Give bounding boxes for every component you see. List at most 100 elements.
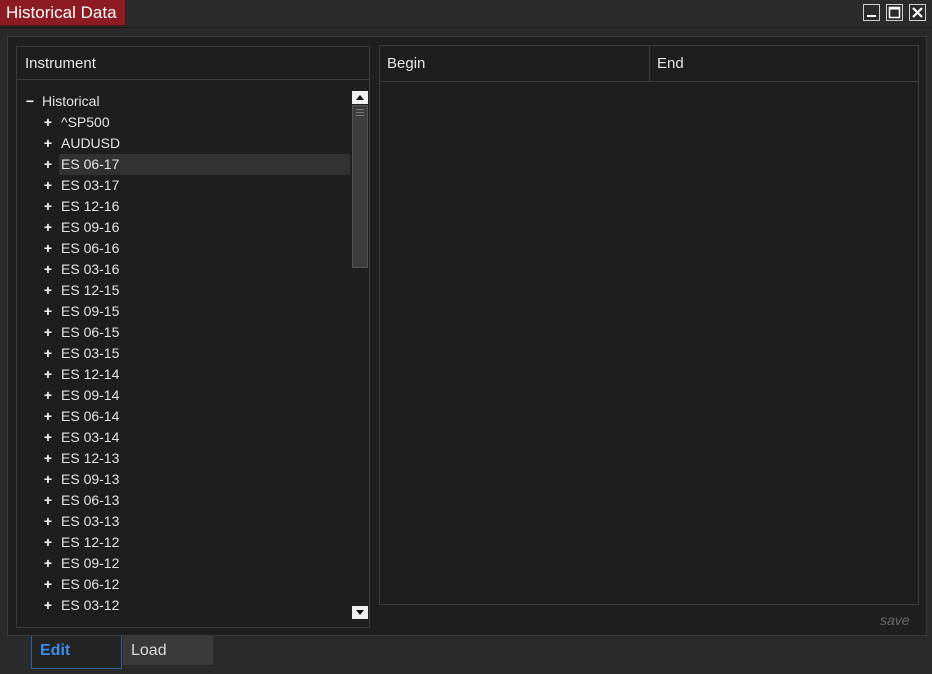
tree-node-label: ES 06-13 (61, 492, 120, 508)
expand-icon[interactable]: + (41, 154, 55, 175)
tree-node-label: ES 03-13 (61, 513, 120, 529)
tree-node-instrument[interactable]: + ES 12-15 (17, 280, 351, 301)
tree-node-instrument[interactable]: + ES 03-12 (17, 595, 351, 616)
tree-node-instrument[interactable]: + ^SP500 (17, 112, 351, 133)
tree-node-label: ES 12-12 (61, 534, 120, 550)
expand-icon[interactable]: + (41, 196, 55, 217)
expand-icon[interactable]: + (41, 448, 55, 469)
expand-icon[interactable]: + (41, 406, 55, 427)
tree-node-instrument[interactable]: + ES 06-13 (17, 490, 351, 511)
tree-node-label: Historical (42, 93, 100, 109)
end-column-header[interactable]: End (650, 46, 918, 81)
tab-load[interactable]: Load (123, 636, 213, 665)
date-range-panel: Begin End (379, 45, 919, 605)
close-icon (912, 7, 923, 18)
tree-node-label: ES 06-14 (61, 408, 120, 424)
tree-node-instrument[interactable]: + ES 09-15 (17, 301, 351, 322)
instrument-column-header[interactable]: Instrument (17, 47, 369, 80)
expand-icon[interactable]: + (41, 259, 55, 280)
thumb-grip-line (356, 109, 364, 110)
maximize-icon (888, 6, 901, 19)
expand-icon[interactable]: + (41, 532, 55, 553)
minimize-button[interactable] (863, 4, 880, 21)
tree-node-label: ES 09-14 (61, 387, 120, 403)
expand-icon[interactable]: + (41, 217, 55, 238)
tree-node-instrument[interactable]: + ES 12-16 (17, 196, 351, 217)
tree-node-label: ES 06-17 (61, 156, 120, 172)
tree-node-instrument[interactable]: + ES 03-16 (17, 259, 351, 280)
tree-node-instrument[interactable]: + ES 09-12 (17, 553, 351, 574)
begin-column-header[interactable]: Begin (380, 46, 650, 81)
window-title: Historical Data (0, 0, 126, 26)
tree-node-label: ES 09-13 (61, 471, 120, 487)
expand-icon[interactable]: + (41, 595, 55, 616)
instrument-tree: − Historical + ^SP500 + AUDUSD + ES 06-17 + ES 0… (17, 91, 351, 616)
tree-node-label: ES 06-15 (61, 324, 120, 340)
expand-icon[interactable]: + (41, 133, 55, 154)
tree-node-label: ES 09-15 (61, 303, 120, 319)
tree-node-instrument[interactable]: + ES 06-12 (17, 574, 351, 595)
tree-node-label: ES 03-14 (61, 429, 120, 445)
tree-node-label: ES 06-12 (61, 576, 120, 592)
tree-scrollbar[interactable] (351, 91, 369, 621)
expand-icon[interactable]: + (41, 469, 55, 490)
tree-node-label: ES 03-16 (61, 261, 120, 277)
tree-node-instrument[interactable]: + ES 09-16 (17, 217, 351, 238)
thumb-grip-line (356, 115, 364, 116)
tree-node-label: ES 12-13 (61, 450, 120, 466)
expand-icon[interactable]: + (41, 553, 55, 574)
tree-node-label: ES 12-15 (61, 282, 120, 298)
save-button[interactable]: save (880, 612, 910, 628)
close-button[interactable] (909, 4, 926, 21)
tree-node-instrument[interactable]: + ES 12-13 (17, 448, 351, 469)
arrow-down-icon (356, 610, 364, 615)
collapse-icon[interactable]: − (23, 91, 37, 112)
tree-node-instrument[interactable]: + ES 09-13 (17, 469, 351, 490)
scroll-thumb[interactable] (352, 105, 368, 268)
tree-node-instrument[interactable]: + ES 06-15 (17, 322, 351, 343)
title-bar[interactable]: Historical Data (0, 0, 932, 28)
tree-node-instrument[interactable]: + ES 03-14 (17, 427, 351, 448)
tree-node-label: ES 06-16 (61, 240, 120, 256)
scroll-down-button[interactable] (352, 606, 368, 619)
expand-icon[interactable]: + (41, 490, 55, 511)
arrow-up-icon (356, 95, 364, 100)
tree-node-label: ES 03-15 (61, 345, 120, 361)
expand-icon[interactable]: + (41, 385, 55, 406)
tree-node-instrument[interactable]: + AUDUSD (17, 133, 351, 154)
tree-node-instrument[interactable]: + ES 03-13 (17, 511, 351, 532)
expand-icon[interactable]: + (41, 511, 55, 532)
tree-node-label: ES 03-17 (61, 177, 120, 193)
tree-node-label: AUDUSD (61, 135, 121, 151)
expand-icon[interactable]: + (41, 112, 55, 133)
tree-node-instrument[interactable]: + ES 12-14 (17, 364, 351, 385)
tree-node-label: ES 12-16 (61, 198, 120, 214)
tree-node-instrument[interactable]: + ES 03-15 (17, 343, 351, 364)
historical-data-window: Historical Data Instrument −Historical (0, 0, 932, 674)
expand-icon[interactable]: + (41, 343, 55, 364)
tree-node-instrument[interactable]: + ES 06-14 (17, 406, 351, 427)
date-range-header: Begin End (380, 46, 918, 82)
tree-node-instrument[interactable]: + ES 06-17 (17, 154, 351, 175)
expand-icon[interactable]: + (41, 322, 55, 343)
scroll-up-button[interactable] (352, 91, 368, 104)
tree-node-instrument[interactable]: + ES 06-16 (17, 238, 351, 259)
expand-icon[interactable]: + (41, 574, 55, 595)
maximize-button[interactable] (886, 4, 903, 21)
expand-icon[interactable]: + (41, 238, 55, 259)
expand-icon[interactable]: + (41, 427, 55, 448)
expand-icon[interactable]: + (41, 364, 55, 385)
tree-node-instrument[interactable]: + ES 03-17 (17, 175, 351, 196)
expand-icon[interactable]: + (41, 301, 55, 322)
thumb-grip-line (356, 112, 364, 113)
tree-node-label: ES 09-16 (61, 219, 120, 235)
tree-node-label: ^SP500 (61, 114, 110, 130)
expand-icon[interactable]: + (41, 175, 55, 196)
minimize-icon (867, 15, 876, 17)
tree-node-instrument[interactable]: + ES 09-14 (17, 385, 351, 406)
expand-icon[interactable]: + (41, 280, 55, 301)
tree-node-historical[interactable]: − Historical (17, 91, 351, 112)
tree-node-instrument[interactable]: + ES 12-12 (17, 532, 351, 553)
tree-node-label: ES 09-12 (61, 555, 120, 571)
tab-edit[interactable]: Edit (31, 636, 122, 669)
